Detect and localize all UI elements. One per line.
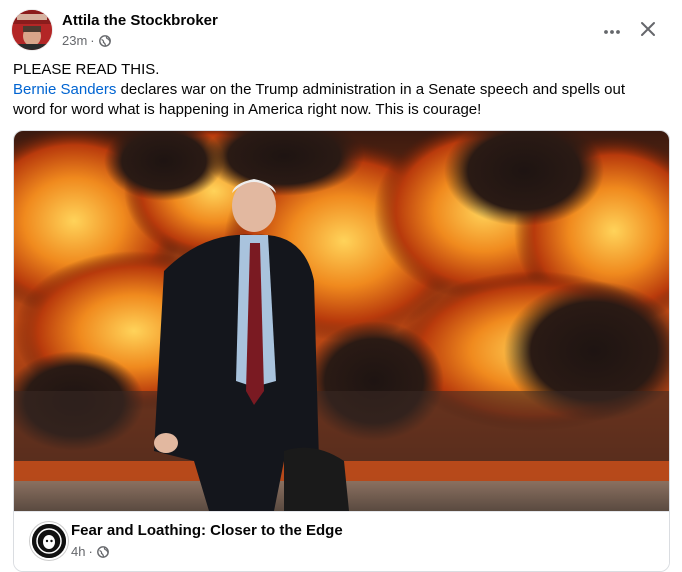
globe-icon (96, 545, 109, 558)
shared-post-card[interactable]: Fear and Loathing: Closer to the Edge 4h… (13, 130, 670, 572)
message-line-3: word for word what is happening in Ameri… (13, 101, 482, 118)
post-message: PLEASE READ THIS. Bernie Sanders declare… (13, 60, 663, 120)
post-timestamp[interactable]: 23m (62, 33, 87, 48)
shared-meta-separator: · (88, 544, 93, 559)
shared-post-image[interactable] (14, 131, 669, 512)
author-avatar[interactable] (12, 10, 52, 50)
shared-page-name[interactable]: Fear and Loathing: Closer to the Edge (71, 522, 343, 539)
page-avatar[interactable] (30, 522, 68, 560)
shared-post-timestamp[interactable]: 4h (71, 544, 85, 559)
close-button[interactable] (634, 17, 662, 45)
message-line-2-text: declares war on the Trump administration… (116, 81, 626, 98)
facebook-post: Attila the Stockbroker 23m · PLEASE READ… (0, 0, 682, 572)
close-icon (640, 21, 656, 42)
message-line-2: Bernie Sanders declares war on the Trump… (13, 80, 663, 100)
meta-separator: · (90, 33, 95, 48)
ellipsis-icon (603, 22, 621, 40)
shared-post-meta: 4h · (71, 544, 109, 559)
more-options-button[interactable] (598, 17, 626, 45)
post-meta: 23m · (62, 33, 111, 48)
mention-link[interactable]: Bernie Sanders (13, 81, 116, 98)
message-line-1: PLEASE READ THIS. (13, 61, 160, 78)
shared-post-footer: Fear and Loathing: Closer to the Edge 4h… (14, 511, 669, 571)
author-name[interactable]: Attila the Stockbroker (62, 12, 218, 29)
globe-icon (98, 34, 111, 47)
post-header: Attila the Stockbroker 23m · (12, 10, 670, 52)
